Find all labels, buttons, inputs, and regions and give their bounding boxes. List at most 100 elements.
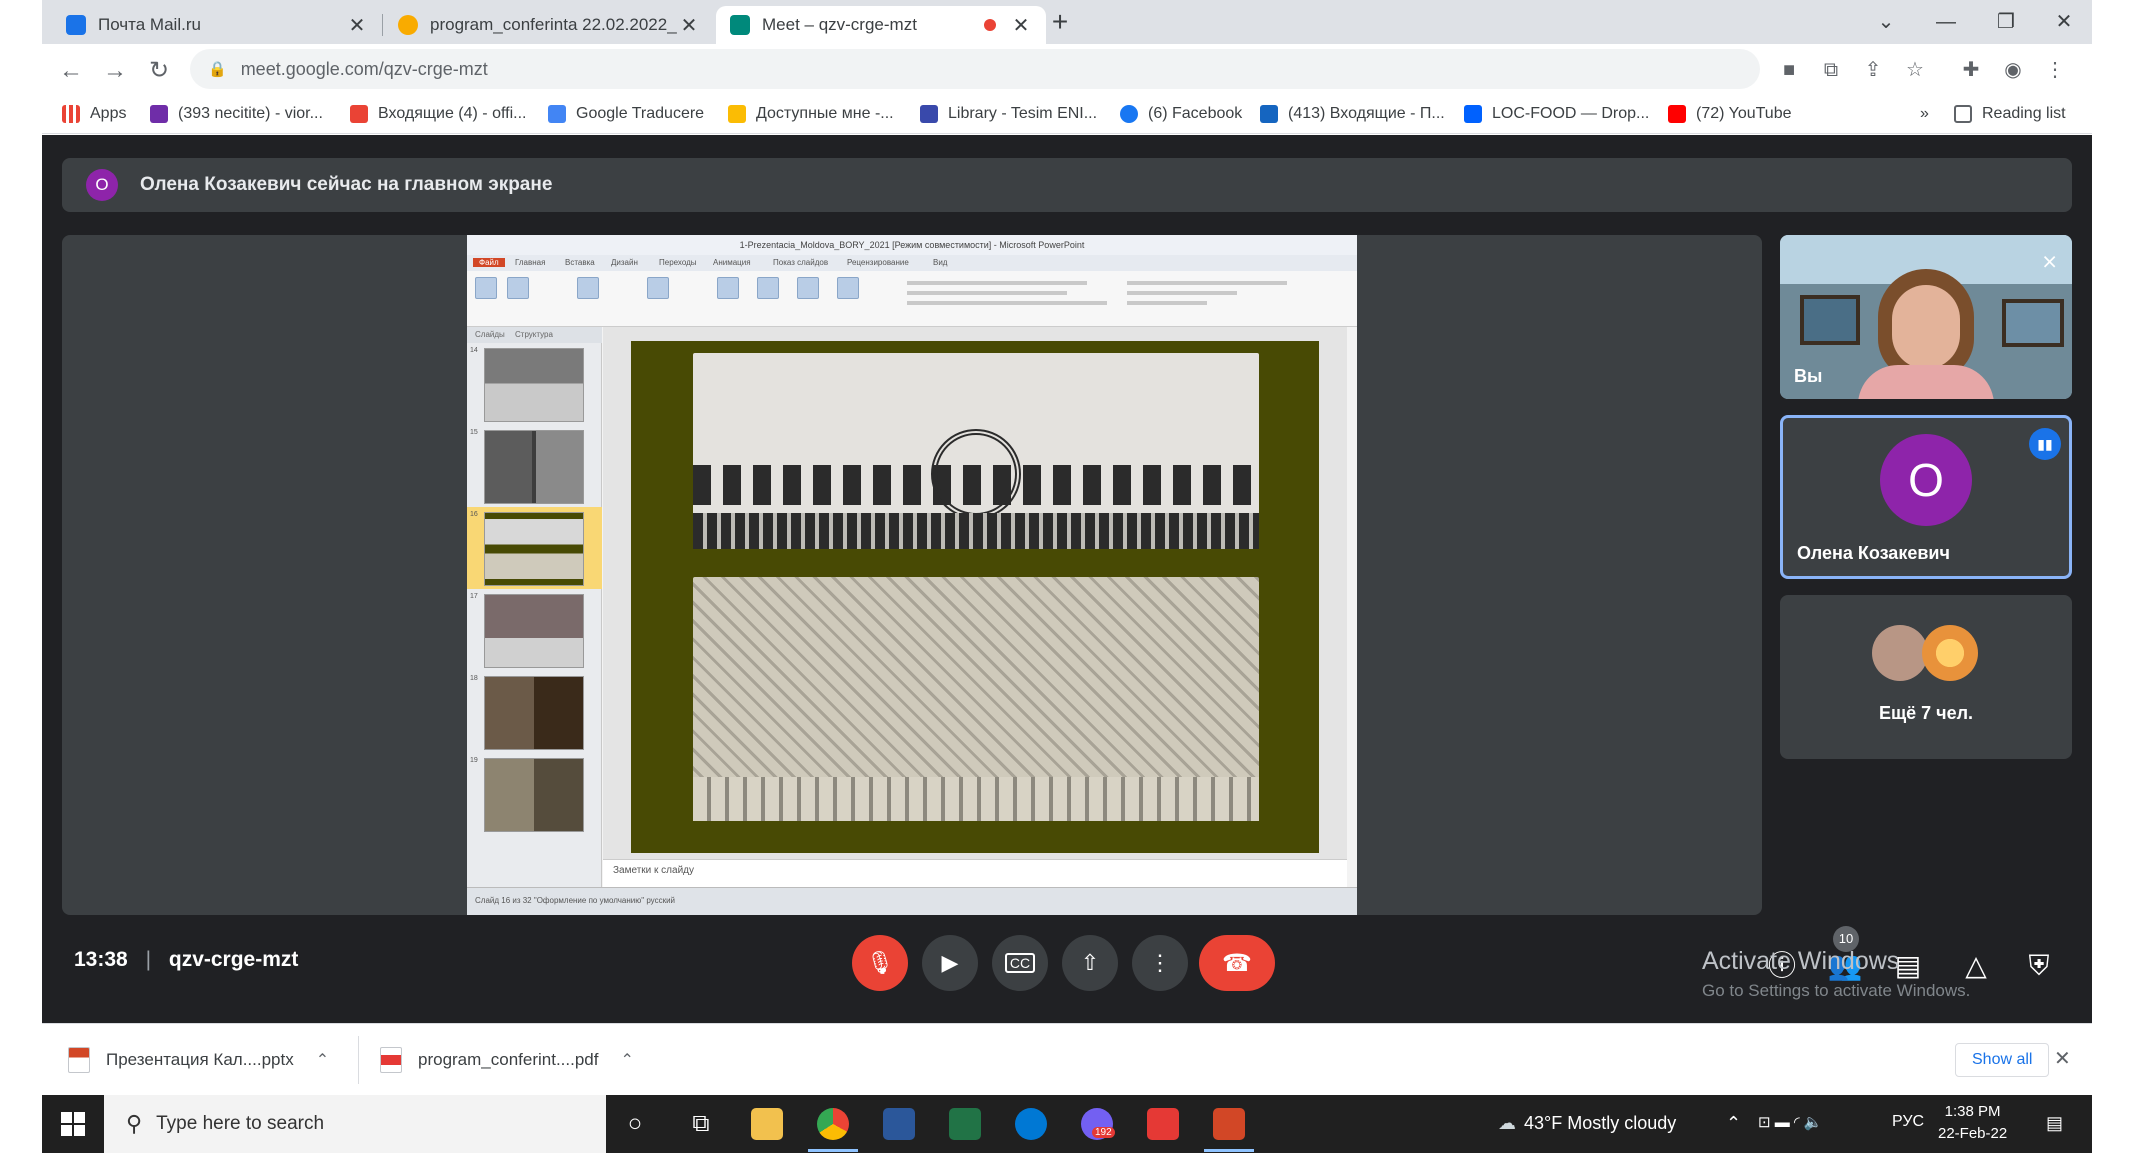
profile-icon[interactable]: ◉ [2000,57,2026,83]
viber-icon[interactable]: 192 [1078,1105,1116,1143]
activities-button[interactable]: △ [1958,948,1994,984]
meet-controls-bar: 13:38 | qzv-crge-mzt 🎙 ▶ CC ⇧ ⋮ ☎ ⓘ 👥 10… [42,915,2092,1023]
mic-toggle-button[interactable]: 🎙 [852,935,908,991]
host-controls-button[interactable]: ⛨ [2021,948,2057,984]
taskbar-search-box[interactable]: ⚲ Type here to search [104,1095,606,1153]
active-app-indicator [1204,1149,1254,1152]
camera-toggle-button[interactable]: ▶ [922,935,978,991]
extensions-icon[interactable]: ✚ [1958,57,1984,83]
close-downloads-icon[interactable]: ✕ [2054,1046,2071,1071]
tab-separator [382,14,383,36]
start-button[interactable] [42,1095,104,1153]
clock-time: 1:38 PM [1944,1103,2001,1120]
task-view-icon[interactable]: ⧉ [682,1105,720,1143]
ribbon-option-line [907,291,1067,295]
word-icon[interactable] [880,1105,918,1143]
taskbar-clock[interactable]: 1:38 PM 22-Feb-22 [1938,1101,2007,1145]
chrome-icon[interactable] [814,1105,852,1143]
bookmark-label: (393 necitite) - vior... [178,105,323,122]
download-item-pptx[interactable]: Презентация Кал....pptx ⌃ [68,1044,329,1076]
bookmark-item[interactable]: LOC-FOOD — Drop... [1464,102,1649,126]
thumbnail-image [484,676,584,750]
mic-off-icon: 🎙 [866,950,894,975]
restore-icon[interactable]: ❐ [1978,4,2034,40]
bookmark-item[interactable]: Library - Tesim ENI... [920,102,1097,126]
close-tab-icon[interactable]: ✕ [1010,13,1032,38]
forward-icon[interactable]: → [98,54,132,88]
clock-date: 22-Feb-22 [1938,1125,2008,1142]
bookmark-item[interactable]: Входящие (4) - offi... [350,102,526,126]
shared-powerpoint-window: 1-Prezentacia_Moldova_BORY_2021 [Режим с… [467,235,1357,915]
translate-icon[interactable]: ⧉ [1818,57,1844,83]
new-tab-button[interactable]: + [1032,4,1088,40]
bookmark-item[interactable]: Доступные мне -... [728,102,894,126]
more-participants-tile[interactable]: Ещё 7 чел. [1780,595,2072,759]
tab-mail[interactable]: Почта Mail.ru ✕ [52,6,382,44]
address-field[interactable]: 🔒 meet.google.com/qzv-crge-mzt [190,49,1760,89]
leave-call-button[interactable]: ☎ [1199,935,1275,991]
minimize-icon[interactable]: — [1918,4,1974,40]
chevron-up-icon[interactable]: ⌃ [620,1050,633,1070]
menu-kebab-icon[interactable]: ⋮ [2042,57,2068,83]
tab-meet[interactable]: Meet – qzv-crge-mzt ✕ [716,6,1046,44]
participant-tile-olena[interactable]: O ▮▮ Олена Козакевич [1780,415,2072,579]
meeting-code: qzv-crge-mzt [168,948,299,971]
share-icon[interactable]: ⇪ [1860,57,1886,83]
thumbnail-image [484,430,584,504]
presenter-banner-text: Олена Козакевич сейчас на главном экране [140,174,553,195]
present-screen-button[interactable]: ⇧ [1062,935,1118,991]
tray-overflow-icon[interactable]: ⌃ [1726,1113,1741,1134]
bookmark-item[interactable]: (6) Facebook [1120,102,1242,126]
presentation-stage[interactable]: 1-Prezentacia_Moldova_BORY_2021 [Режим с… [62,235,1762,915]
input-language[interactable]: РУС [1892,1113,1924,1131]
close-tab-icon[interactable]: ✕ [678,13,700,38]
ribbon-button-icon [797,277,819,299]
translate-icon [548,105,566,123]
weather-widget[interactable]: ☁ 43°F Mostly cloudy [1498,1113,1676,1134]
slide-thumbnail: 14 [467,343,602,425]
ppt-panel-tab: Слайды [475,330,505,339]
excel-icon[interactable] [946,1105,984,1143]
bookmark-item[interactable]: (413) Входящие - П... [1260,102,1445,126]
powerpoint-icon[interactable] [1210,1105,1248,1143]
url-text: meet.google.com/qzv-crge-mzt [240,58,488,79]
reload-icon[interactable]: ↻ [142,54,176,88]
notifications-icon[interactable]: ▤ [2046,1113,2063,1134]
chevron-up-icon[interactable]: ⌃ [316,1050,329,1070]
reading-list-icon [1954,105,1972,123]
tab-program[interactable]: program_conferinta 22.02.2022_ ✕ [384,6,714,44]
back-icon[interactable]: ← [54,54,88,88]
more-options-button[interactable]: ⋮ [1132,935,1188,991]
ppt-slide-area [603,327,1347,859]
bookmark-item[interactable]: (393 necitite) - vior... [150,102,323,126]
download-item-pdf[interactable]: program_conferint....pdf ⌃ [380,1044,634,1076]
lace-image-bottom [693,577,1259,821]
reading-list-button[interactable]: Reading list [1954,102,2066,126]
bookmark-apps[interactable]: Apps [62,102,126,126]
captions-button[interactable]: CC [992,935,1048,991]
ppt-slide-thumbnails: Слайды Структура 14 15 16 17 18 19 [467,327,602,887]
bookmark-star-icon[interactable]: ☆ [1902,57,1928,83]
bookmark-item[interactable]: Google Traducere [548,102,704,126]
window-close-icon[interactable]: ✕ [2036,4,2092,40]
show-all-downloads-button[interactable]: Show all [1955,1043,2050,1077]
camera-icon: ▶ [941,950,959,975]
camera-in-use-icon[interactable]: ■ [1776,57,1802,83]
bookmarks-overflow-button[interactable]: » [1920,102,1929,126]
bookmark-item[interactable]: (72) YouTube [1668,102,1791,126]
ribbon-option-line [1127,281,1287,285]
lock-icon: 🔒 [208,61,227,78]
skype-icon[interactable] [1012,1105,1050,1143]
cortana-icon[interactable]: ○ [616,1105,654,1143]
file-explorer-icon[interactable] [748,1105,786,1143]
self-video-tile[interactable]: ⨯ Вы [1780,235,2072,399]
search-placeholder: Type here to search [156,1113,325,1134]
acrobat-icon[interactable] [1144,1105,1182,1143]
downloads-bar: Презентация Кал....pptx ⌃ program_confer… [42,1023,2092,1095]
tab-search-icon[interactable]: ⌄ [1858,4,1914,40]
slide-thumbnail: 15 [467,425,602,507]
slide-thumbnail: 18 [467,671,602,753]
tray-icons[interactable]: ⊡ ▬ ◜ 🔈 [1758,1113,1823,1131]
lace-edging [693,513,1259,549]
close-tab-icon[interactable]: ✕ [346,13,368,38]
